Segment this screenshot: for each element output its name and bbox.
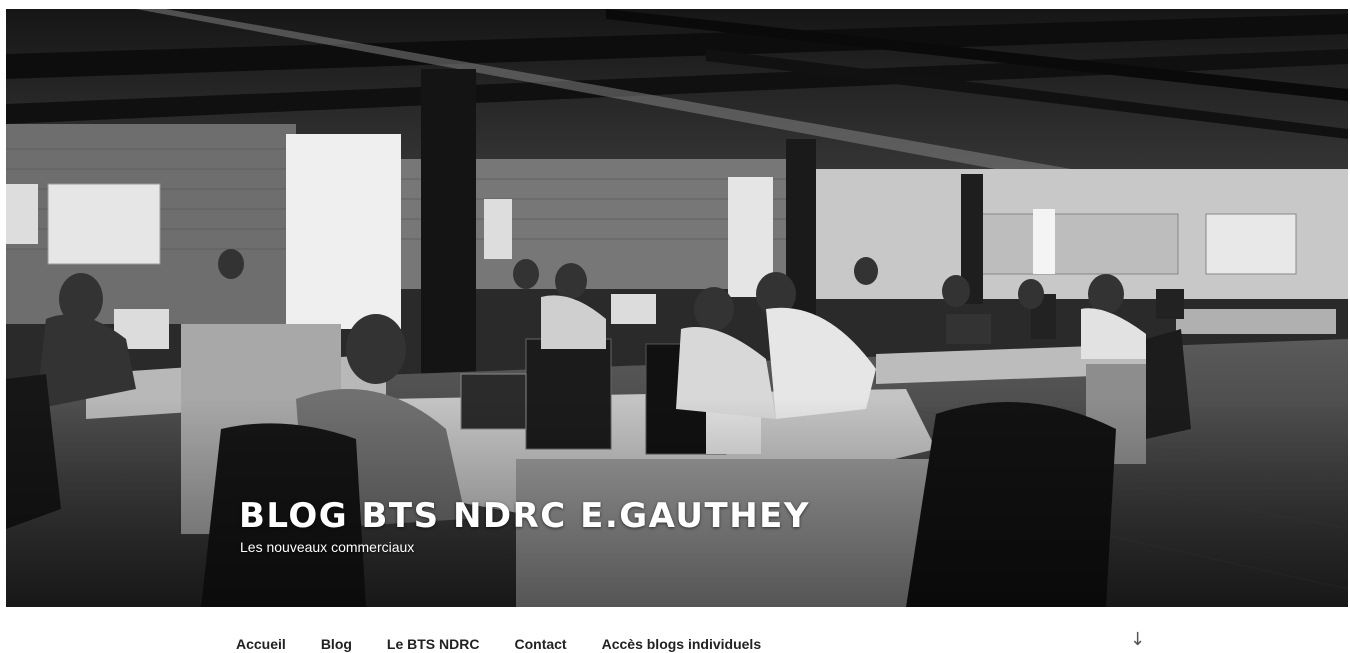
arrow-down-icon[interactable]: ↓ xyxy=(1130,629,1145,650)
custom-header: BLOG BTS NDRC E.GAUTHEY Les nouveaux com… xyxy=(6,9,1348,607)
site-branding: BLOG BTS NDRC E.GAUTHEY Les nouveaux com… xyxy=(239,496,810,556)
nav-item-acces-blogs-individuels[interactable]: Accès blogs individuels xyxy=(602,636,762,652)
site-title[interactable]: BLOG BTS NDRC E.GAUTHEY xyxy=(239,496,810,536)
site-description: Les nouveaux commerciaux xyxy=(240,539,415,555)
nav-item-le-bts-ndrc[interactable]: Le BTS NDRC xyxy=(387,636,480,652)
nav-item-accueil[interactable]: Accueil xyxy=(236,636,286,652)
main-navigation: Accueil Blog Le BTS NDRC Contact Accès b… xyxy=(0,607,1350,653)
nav-item-blog[interactable]: Blog xyxy=(321,636,352,652)
nav-item-contact[interactable]: Contact xyxy=(514,636,566,652)
nav-menu: Accueil Blog Le BTS NDRC Contact Accès b… xyxy=(236,636,796,652)
page: BLOG BTS NDRC E.GAUTHEY Les nouveaux com… xyxy=(0,0,1350,653)
